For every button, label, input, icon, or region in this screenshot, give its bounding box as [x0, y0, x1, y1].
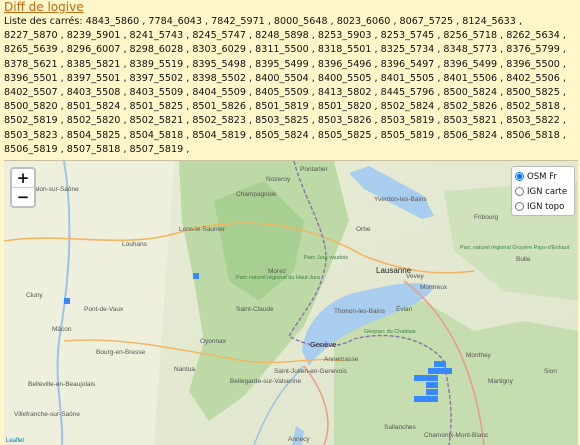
place-label: Pontarlier — [300, 166, 329, 173]
place-label: Nozeroy — [266, 176, 291, 183]
place-label: Bellegarde-sur-Valserine — [230, 378, 301, 385]
tile-marker[interactable] — [434, 368, 440, 374]
layer-radio-ign-topo[interactable] — [515, 202, 524, 211]
place-label: Champagnole — [236, 191, 277, 198]
tile-marker[interactable] — [446, 368, 452, 374]
tile-marker[interactable] — [426, 389, 432, 395]
layer-label: IGN carte — [527, 186, 568, 197]
place-label: Martigny — [488, 378, 514, 385]
park-label: Parc naturel régional Gruyère Pays-d'Enh… — [460, 245, 570, 251]
tile-marker[interactable] — [420, 375, 426, 381]
place-label: Évian — [396, 304, 413, 313]
place-label: Oyonnax — [200, 338, 227, 345]
tile-marker[interactable] — [64, 298, 70, 304]
place-label: Belleville-en-Beaujolais — [28, 381, 96, 388]
page-title-link[interactable]: Diff de logive — [4, 0, 84, 14]
tile-marker[interactable] — [426, 382, 432, 388]
layer-option-ign-topo[interactable]: IGN topo — [515, 199, 571, 214]
tile-marker[interactable] — [193, 273, 199, 279]
place-label: Saint-Julien-en-Genevois — [274, 368, 348, 375]
tile-marker[interactable] — [432, 389, 438, 395]
park-label: Parc naturel régional du Haut-Jura — [236, 275, 321, 281]
layer-radio-ign-carte[interactable] — [515, 187, 524, 196]
place-label: Monthey — [466, 352, 492, 359]
place-label: Yverdon-les-Bains — [374, 196, 427, 203]
layer-label: OSM Fr — [527, 171, 557, 182]
place-label: Bourg-en-Bresse — [96, 349, 146, 356]
place-label: Lons-le-Saunier — [179, 226, 226, 233]
place-label: Sion — [544, 368, 557, 375]
place-label: Saint-Claude — [236, 306, 274, 313]
tile-marker[interactable] — [426, 396, 432, 402]
place-label: Montreux — [420, 284, 448, 291]
tile-marker[interactable] — [440, 368, 446, 374]
park-label: Parc Jura vaudois — [304, 255, 348, 261]
place-label: Genève — [310, 340, 336, 349]
tile-marker[interactable] — [414, 396, 420, 402]
tile-marker[interactable] — [440, 361, 446, 367]
tile-marker[interactable] — [432, 375, 438, 381]
layer-switcher: OSM Fr IGN carte IGN topo — [511, 166, 575, 216]
place-label: Vevey — [406, 273, 424, 280]
tile-marker[interactable] — [432, 382, 438, 388]
place-label: Chamonix-Mont-Blanc — [424, 432, 489, 439]
tile-marker[interactable] — [420, 396, 426, 402]
place-label: Annemasse — [324, 356, 359, 363]
zoom-in-button[interactable]: + — [12, 169, 34, 187]
place-label: Pont-de-Vaux — [84, 306, 124, 313]
tile-marker[interactable] — [428, 368, 434, 374]
attribution-link[interactable]: Leaflet — [6, 438, 24, 444]
page: Diff de logive Liste des carrés: 4843_58… — [0, 0, 580, 445]
zoom-out-button[interactable]: − — [12, 187, 34, 206]
map-canvas[interactable]: Pontarlier Lons-le-Saunier Champagnole L… — [4, 161, 578, 445]
place-label: Bulle — [516, 256, 531, 263]
tile-list-text: Liste des carrés: 4843_5860 , 7784_6043 … — [4, 16, 566, 155]
place-label: Villefranche-sur-Saône — [14, 411, 80, 418]
place-label: Fribourg — [474, 214, 499, 221]
place-label: Mâcon — [52, 326, 72, 333]
place-label: Annecy — [288, 436, 310, 443]
layer-option-osm[interactable]: OSM Fr — [515, 169, 571, 184]
tile-marker[interactable] — [414, 375, 420, 381]
layer-radio-osm[interactable] — [515, 172, 524, 181]
place-label: Cluny — [26, 292, 43, 299]
place-label: Louhans — [122, 241, 148, 248]
zoom-control: + − — [10, 167, 36, 208]
park-label: Géoparc du Chablais — [364, 329, 416, 335]
place-label: Thonon-les-Bains — [334, 308, 386, 315]
place-label: Orbe — [356, 226, 371, 233]
map-view[interactable]: Pontarlier Lons-le-Saunier Champagnole L… — [4, 160, 578, 445]
place-label: Nantua — [174, 366, 195, 373]
place-label: Morez — [268, 268, 286, 275]
tile-marker[interactable] — [434, 361, 440, 367]
layer-option-ign-carte[interactable]: IGN carte — [515, 184, 571, 199]
tile-marker[interactable] — [432, 396, 438, 402]
place-label: Sallanches — [384, 424, 417, 431]
layer-label: IGN topo — [527, 201, 565, 212]
tile-marker[interactable] — [426, 375, 432, 381]
